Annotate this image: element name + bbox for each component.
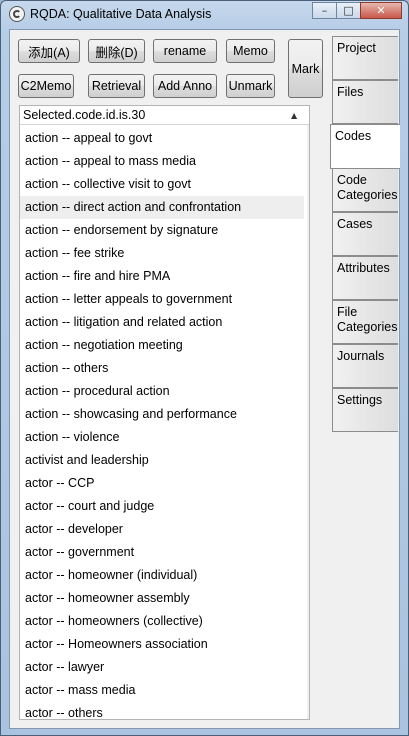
tab-cases[interactable]: Cases [332,212,398,256]
list-item[interactable]: actor -- developer [20,518,304,541]
main-panel: 添加(A) 删除(D) rename Memo Mark C2Memo Retr… [9,29,400,729]
maximize-button[interactable]: □ [336,2,361,19]
list-header-label: Selected.code.id.is.30 [23,108,146,122]
tab-file-categories[interactable]: File Categories [332,300,398,344]
code-rows: action -- appeal to govt action -- appeal… [20,127,304,719]
list-item[interactable]: action -- others [20,357,304,380]
memo-button[interactable]: Memo [226,39,275,63]
list-item[interactable]: action -- violence [20,426,304,449]
vertical-scrollbar[interactable]: ▲ ▼ [307,125,310,719]
list-item[interactable]: action -- litigation and related action [20,311,304,334]
close-button[interactable]: ✕ [360,2,402,19]
tab-attributes[interactable]: Attributes [332,256,398,300]
rename-button[interactable]: rename [153,39,217,63]
codes-list[interactable]: Selected.code.id.is.30 ▲ action -- appea… [19,105,310,720]
list-item[interactable]: action -- direct action and confrontatio… [20,196,304,219]
list-item[interactable]: action -- appeal to mass media [20,150,304,173]
list-item[interactable]: actor -- mass media [20,679,304,702]
tab-code-categories[interactable]: Code Categories [332,168,398,212]
list-item[interactable]: activist and leadership [20,449,304,472]
mark-button[interactable]: Mark [288,39,323,98]
tab-journals[interactable]: Journals [332,344,398,388]
add-anno-button[interactable]: Add Anno [153,74,217,98]
list-item[interactable]: actor -- government [20,541,304,564]
list-item[interactable]: actor -- homeowner (individual) [20,564,304,587]
tab-files[interactable]: Files [332,80,398,124]
list-item[interactable]: actor -- homeowner assembly [20,587,304,610]
list-item[interactable]: actor -- others [20,702,304,719]
list-item[interactable]: action -- collective visit to govt [20,173,304,196]
window-title: RQDA: Qualitative Data Analysis [30,7,212,21]
list-item[interactable]: action -- fire and hire PMA [20,265,304,288]
unmark-button[interactable]: Unmark [226,74,275,98]
list-item[interactable]: actor -- homeowners (collective) [20,610,304,633]
list-item[interactable]: actor -- CCP [20,472,304,495]
sort-ascending-icon: ▲ [291,111,298,120]
c2memo-button[interactable]: C2Memo [18,74,74,98]
title-bar[interactable]: RQDA: Qualitative Data Analysis – □ ✕ [1,1,408,29]
window-controls: – □ ✕ [312,2,402,21]
list-item[interactable]: action -- showcasing and performance [20,403,304,426]
list-item[interactable]: actor -- lawyer [20,656,304,679]
tab-project[interactable]: Project [332,36,398,80]
tab-settings[interactable]: Settings [332,388,398,432]
list-item[interactable]: action -- fee strike [20,242,304,265]
scroll-thumb[interactable] [309,135,310,301]
delete-button[interactable]: 删除(D) [88,39,145,63]
list-item[interactable]: actor -- Homeowners association [20,633,304,656]
list-item[interactable]: actor -- court and judge [20,495,304,518]
retrieval-button[interactable]: Retrieval [88,74,145,98]
list-item[interactable]: action -- procedural action [20,380,304,403]
app-window: RQDA: Qualitative Data Analysis – □ ✕ 添加… [0,0,409,736]
tab-codes[interactable]: Codes [330,124,400,169]
list-item[interactable]: action -- appeal to govt [20,127,304,150]
list-column-header[interactable]: Selected.code.id.is.30 ▲ [20,106,309,125]
rqda-app-icon [9,6,25,22]
list-item[interactable]: action -- negotiation meeting [20,334,304,357]
add-button[interactable]: 添加(A) [18,39,80,63]
minimize-button[interactable]: – [312,2,337,19]
list-item[interactable]: action -- endorsement by signature [20,219,304,242]
list-item[interactable]: action -- letter appeals to government [20,288,304,311]
